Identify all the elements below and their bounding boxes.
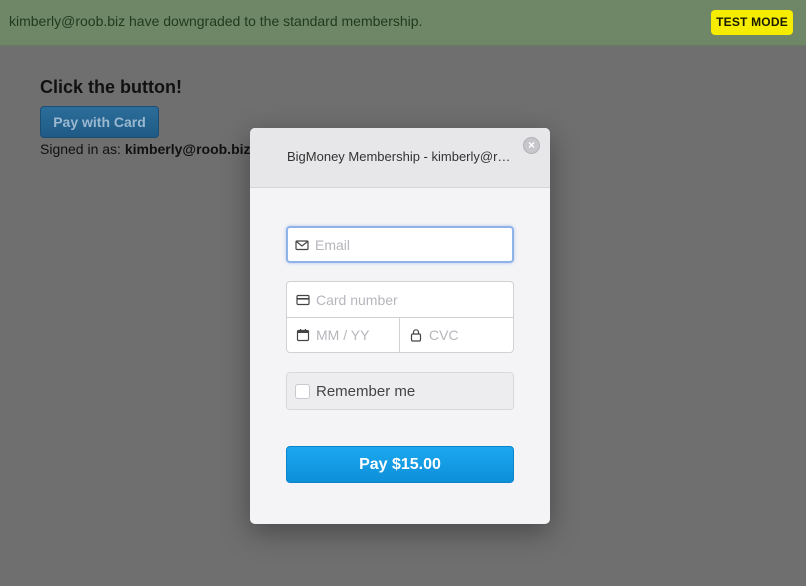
remember-me-label: Remember me <box>316 383 416 400</box>
card-number-input[interactable] <box>316 282 507 317</box>
email-input[interactable] <box>315 228 504 261</box>
cvc-field[interactable] <box>399 317 514 353</box>
payment-modal: BigMoney Membership - kimberly@roob.biz … <box>250 128 550 524</box>
envelope-icon <box>295 239 309 250</box>
signed-in-prefix: Signed in as: <box>40 141 121 157</box>
email-field[interactable] <box>286 226 514 263</box>
close-icon[interactable]: × <box>523 137 540 154</box>
expiry-input[interactable] <box>316 318 393 352</box>
lock-icon <box>410 329 422 342</box>
banner-message: kimberly@roob.biz have downgraded to the… <box>9 13 423 29</box>
card-number-field[interactable] <box>286 281 514 318</box>
credit-card-icon <box>296 294 310 305</box>
signed-in-user: kimberly@roob.biz <box>124 141 251 157</box>
modal-title: BigMoney Membership - kimberly@roob.biz <box>287 149 517 164</box>
pay-button[interactable]: Pay $15.00 <box>286 446 514 483</box>
test-mode-badge: TEST MODE <box>711 10 793 35</box>
calendar-icon <box>296 329 310 342</box>
pay-with-card-button[interactable]: Pay with Card <box>40 106 159 138</box>
page-heading: Click the button! <box>40 77 182 97</box>
expiry-field[interactable] <box>286 317 400 353</box>
notification-banner: kimberly@roob.biz have downgraded to the… <box>0 0 806 46</box>
cvc-input[interactable] <box>429 318 507 352</box>
modal-header: BigMoney Membership - kimberly@roob.biz … <box>250 128 550 188</box>
signed-in-status: Signed in as: kimberly@roob.biz <box>40 141 251 157</box>
remember-me-row[interactable]: Remember me <box>286 372 514 410</box>
remember-me-checkbox[interactable] <box>295 384 310 399</box>
